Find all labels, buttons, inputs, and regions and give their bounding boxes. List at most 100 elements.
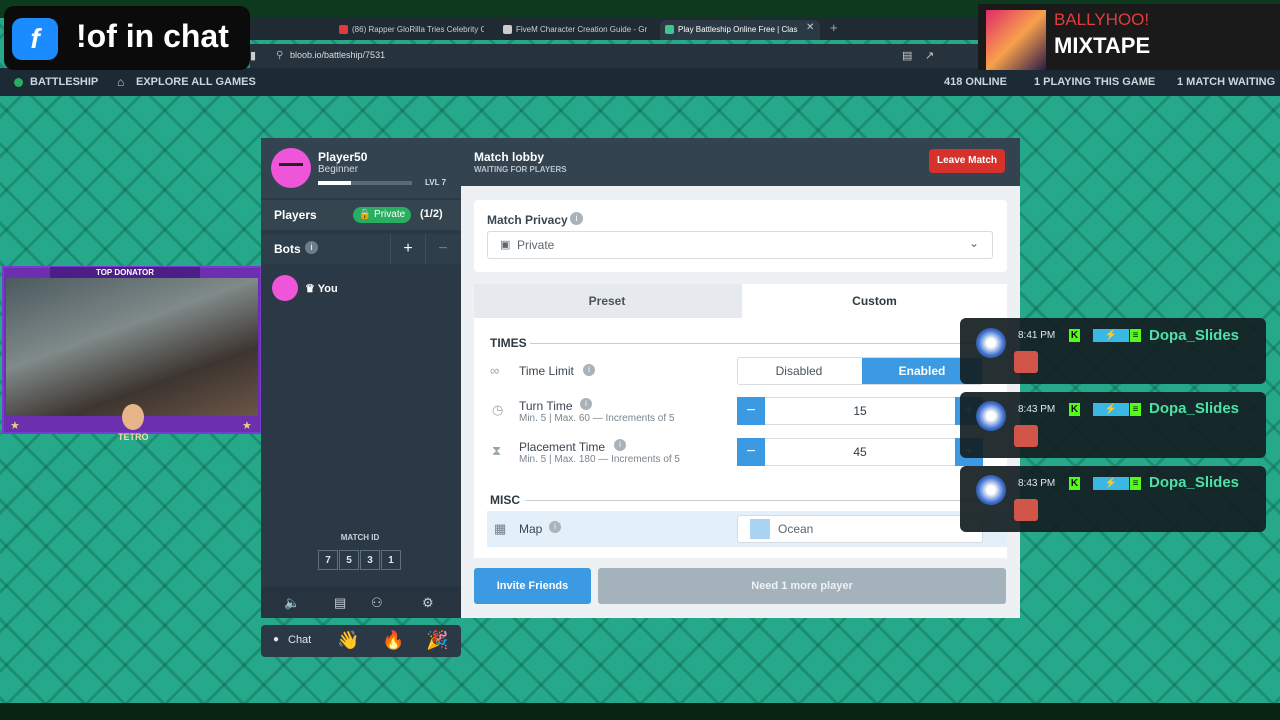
album-title: MIXTAPE: [1054, 33, 1151, 58]
remove-bot-button[interactable]: −: [425, 234, 460, 264]
home-icon[interactable]: ⌂: [117, 75, 124, 89]
site-icon: [503, 25, 512, 34]
nav-explore[interactable]: EXPLORE ALL GAMES: [136, 76, 256, 88]
turn-time-value[interactable]: 15: [765, 404, 955, 418]
gift-badge-icon: ≡: [1130, 477, 1141, 490]
info-icon[interactable]: i: [583, 364, 595, 376]
chatter-avatar: [976, 401, 1006, 431]
privacy-value: Private: [517, 238, 555, 252]
gift-badge-icon: ≡: [1130, 329, 1141, 342]
album-artist: BALLYHOO!: [1054, 10, 1150, 29]
timer-icon: ◷: [492, 402, 504, 417]
leave-match-button[interactable]: Leave Match: [929, 149, 1005, 173]
online-dot-icon: [14, 78, 23, 87]
lobby-title: Match lobby: [474, 150, 545, 164]
lock-icon: ▣: [500, 239, 511, 251]
you-avatar: [272, 275, 298, 301]
fire-emote-button[interactable]: 🔥: [382, 630, 404, 651]
player-name[interactable]: Player50: [318, 150, 367, 164]
turn-time-decrement[interactable]: −: [737, 397, 765, 425]
playing-count: 1 PLAYING THIS GAME: [1034, 76, 1156, 88]
tab-label: (86) Rapper GloRilla Tries Celebrity G: [352, 25, 484, 34]
player-rank: Beginner: [318, 164, 359, 175]
reader-icon[interactable]: ▤: [902, 49, 912, 62]
map-swatch: [750, 519, 770, 539]
map-select[interactable]: [737, 515, 983, 543]
placement-time-decrement[interactable]: −: [737, 438, 765, 466]
browser-tab-active[interactable]: Play Battleship Online Free | Clas: [660, 20, 820, 40]
chatter-name: Dopa_Slides: [1149, 400, 1240, 417]
map-value: Ocean: [778, 522, 814, 536]
info-icon[interactable]: i: [570, 212, 583, 225]
browser-tab[interactable]: FiveM Character Creation Guide - Gr: [498, 20, 650, 40]
settings-gear-icon[interactable]: ⚙: [422, 595, 434, 611]
add-bot-button[interactable]: +: [390, 234, 425, 264]
album-art: [986, 10, 1046, 70]
tab-label: FiveM Character Creation Guide - Gr: [516, 25, 648, 34]
bloob-icon: [665, 25, 674, 34]
you-label: ♛ You: [305, 283, 338, 295]
infinity-icon: ∞: [490, 363, 500, 378]
nav-battleship[interactable]: BATTLESHIP: [30, 76, 98, 88]
stream-bottom-decoration: [0, 703, 1280, 720]
info-icon[interactable]: i: [580, 398, 592, 410]
section-divider: [530, 343, 1000, 344]
xp-bar-fill: [318, 181, 351, 185]
chat-button[interactable]: Chat: [288, 634, 311, 646]
privacy-select[interactable]: [487, 231, 993, 259]
map-grid-icon: ▦: [494, 521, 507, 536]
rules-icon[interactable]: ▤: [334, 595, 346, 611]
chatter-avatar: [976, 328, 1006, 358]
chat-bubble-icon: ●: [273, 634, 280, 645]
browser-tab[interactable]: (86) Rapper GloRilla Tries Celebrity G: [334, 20, 484, 40]
kick-badge-icon: K: [1069, 477, 1080, 490]
player-level: LVL 7: [425, 178, 447, 187]
lobby-subtitle: WAITING FOR PLAYERS: [474, 165, 567, 174]
close-tab-icon[interactable]: ✕: [806, 22, 814, 33]
info-icon[interactable]: i: [614, 439, 626, 451]
tab-custom[interactable]: Custom: [742, 284, 1007, 318]
turn-time-hint: Min. 5 | Max. 60 — Increments of 5: [519, 413, 675, 424]
chat-timestamp: 8:41 PM: [1018, 330, 1056, 341]
party-emote-button[interactable]: 🎉: [426, 630, 448, 651]
sub-badge-icon: ⚡: [1093, 477, 1129, 490]
site-info-icon[interactable]: ⚲: [276, 50, 283, 61]
player-count: (1/2): [420, 208, 443, 220]
star-icon: ★: [242, 420, 252, 432]
chatter-avatar: [976, 475, 1006, 505]
new-tab-icon[interactable]: +: [830, 20, 838, 35]
url-text[interactable]: bloob.io/battleship/7531: [290, 50, 385, 60]
invite-friends-button[interactable]: Invite Friends: [474, 568, 591, 604]
online-count: 418 ONLINE: [944, 76, 1007, 88]
placement-time-value[interactable]: 45: [765, 445, 955, 459]
chatter-name: Dopa_Slides: [1149, 327, 1240, 344]
webcam-label: TOP DONATOR: [50, 267, 200, 278]
sound-icon[interactable]: 🔈: [284, 595, 300, 611]
time-limit-disabled-option[interactable]: Disabled: [737, 357, 861, 385]
chatter-name: Dopa_Slides: [1149, 474, 1240, 491]
chat-emote: [1014, 499, 1038, 521]
hourglass-icon: ⧗: [492, 443, 502, 458]
bookmark-icon[interactable]: ▮: [250, 49, 256, 62]
player-avatar[interactable]: [271, 148, 311, 188]
info-icon[interactable]: i: [305, 241, 318, 254]
chevron-down-icon: ⌄: [969, 236, 980, 250]
match-id-digit: 7: [318, 550, 338, 570]
match-id-digit: 1: [381, 550, 401, 570]
times-section-title: TIMES: [490, 336, 527, 350]
placement-time-label: Placement Time: [519, 440, 606, 454]
match-id-label: MATCH ID: [340, 533, 380, 542]
kick-badge-icon: K: [1069, 329, 1080, 342]
info-icon[interactable]: i: [549, 521, 561, 533]
youtube-icon: [339, 25, 348, 34]
start-match-button: Need 1 more player: [598, 568, 1006, 604]
share-icon[interactable]: ↗: [925, 49, 934, 62]
webcam-video: [6, 278, 258, 416]
tab-preset[interactable]: Preset: [474, 284, 740, 318]
wave-emote-button[interactable]: 👋: [337, 630, 359, 651]
logo-icon: f: [12, 18, 58, 60]
star-icon: ★: [10, 420, 20, 432]
avatar-eyes: [279, 163, 303, 169]
players-icon[interactable]: ⚇: [371, 595, 383, 611]
gift-badge-icon: ≡: [1130, 403, 1141, 416]
